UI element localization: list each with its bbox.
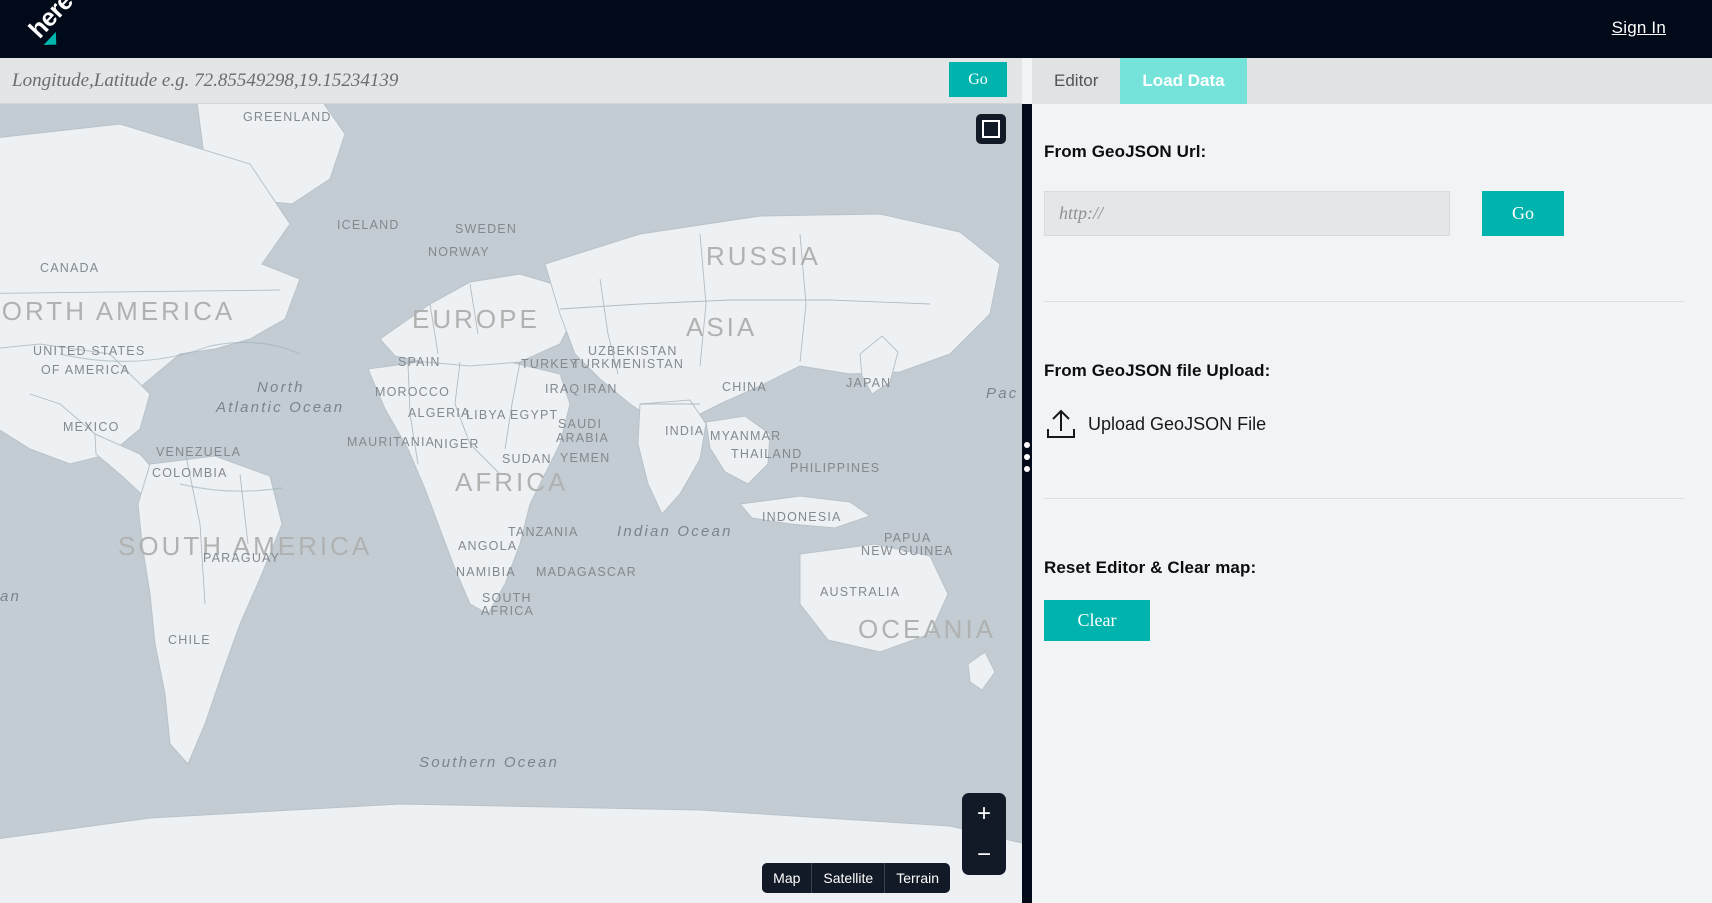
app-root: here Sign In Go <box>0 0 1712 903</box>
map-type-switcher: MapSatelliteTerrain <box>762 863 950 893</box>
geojson-upload-section: From GeoJSON file Upload: Upload GeoJSON… <box>1044 361 1700 441</box>
sign-in-link[interactable]: Sign In <box>1612 18 1666 38</box>
resize-dot <box>1024 454 1030 460</box>
panel-resize-handle[interactable] <box>1022 104 1032 903</box>
map-type-satellite[interactable]: Satellite <box>812 863 885 893</box>
zoom-in-button[interactable]: + <box>962 793 1006 834</box>
reset-editor-title: Reset Editor & Clear map: <box>1044 558 1700 578</box>
fullscreen-corner-br <box>991 129 1000 138</box>
tab-load-data[interactable]: Load Data <box>1120 58 1246 104</box>
zoom-out-button[interactable]: − <box>962 834 1006 875</box>
clear-button[interactable]: Clear <box>1044 600 1150 641</box>
right-panel: EditorLoad Data From GeoJSON Url: Go Fro… <box>1032 58 1712 903</box>
fullscreen-corner-tl <box>982 120 991 129</box>
map-search-go-button[interactable]: Go <box>949 62 1007 97</box>
map-canvas[interactable]: GREENLANDICELANDSWEDENNORWAYRUSSIACANADA… <box>0 104 1022 903</box>
geojson-url-input[interactable] <box>1044 191 1450 236</box>
tab-editor[interactable]: Editor <box>1032 58 1120 104</box>
map-zoom-control: + − <box>962 793 1006 875</box>
geojson-url-section: From GeoJSON Url: Go <box>1044 142 1700 236</box>
fullscreen-corner-bl <box>982 129 991 138</box>
upload-geojson-file-button[interactable]: Upload GeoJSON File <box>1044 407 1700 441</box>
section-divider <box>1044 301 1684 302</box>
map-search-bar: Go <box>0 58 1022 104</box>
coordinates-search-input[interactable] <box>0 58 944 103</box>
top-navigation-bar: here Sign In <box>0 0 1712 58</box>
map-type-terrain[interactable]: Terrain <box>885 863 950 893</box>
upload-geojson-file-label: Upload GeoJSON File <box>1088 414 1266 435</box>
upload-icon <box>1044 407 1078 441</box>
geojson-url-title: From GeoJSON Url: <box>1044 142 1700 162</box>
panel-tab-bar: EditorLoad Data <box>1032 58 1712 104</box>
geojson-url-go-button[interactable]: Go <box>1482 191 1564 236</box>
resize-dot <box>1024 442 1030 448</box>
here-logo[interactable]: here <box>30 4 90 54</box>
map-landmass-graphic <box>0 104 1022 903</box>
geojson-url-row: Go <box>1044 191 1700 236</box>
section-divider <box>1044 498 1684 499</box>
map-type-map[interactable]: Map <box>762 863 812 893</box>
reset-editor-section: Reset Editor & Clear map: Clear <box>1044 558 1700 641</box>
geojson-upload-title: From GeoJSON file Upload: <box>1044 361 1700 381</box>
fullscreen-icon[interactable] <box>976 114 1006 144</box>
fullscreen-corner-tr <box>991 120 1000 129</box>
resize-dot <box>1024 466 1030 472</box>
